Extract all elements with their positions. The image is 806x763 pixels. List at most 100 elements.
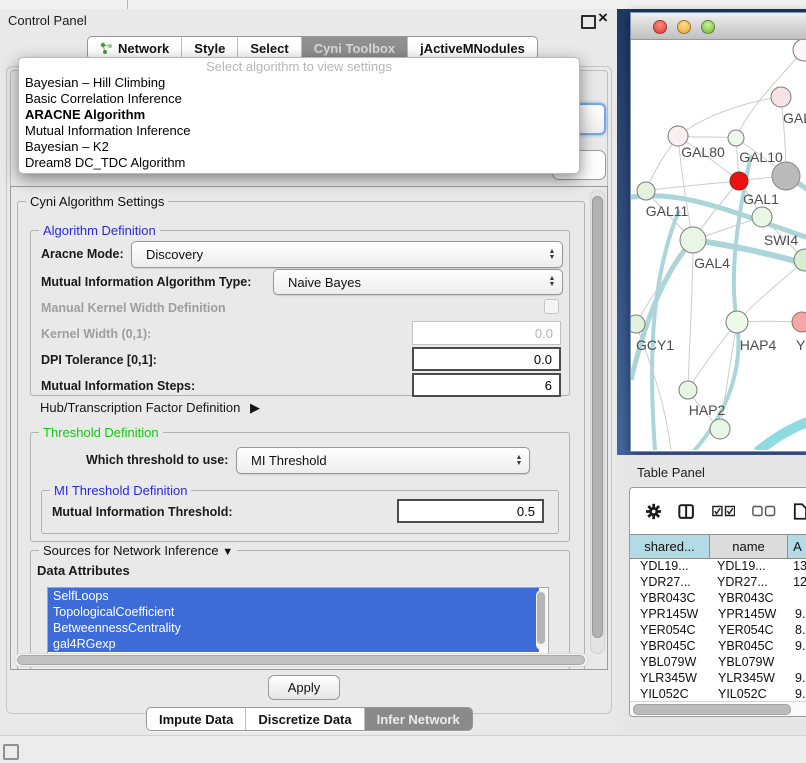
combo-arrows-icon: ▲▼ (542, 242, 562, 267)
table-row[interactable]: YDR27...YDR27...12 (630, 574, 806, 590)
tab-style[interactable]: Style (181, 37, 237, 59)
which-threshold-label: Which threshold to use: (86, 453, 228, 467)
table-row[interactable]: YIL052CYIL052C9. (630, 686, 806, 702)
network-window-titlebar[interactable] (631, 13, 806, 40)
gear-icon[interactable] (646, 503, 661, 520)
network-node-gray[interactable] (772, 162, 800, 190)
columns-icon[interactable] (678, 503, 694, 520)
network-node[interactable] (668, 126, 688, 146)
column-header-name[interactable]: name (710, 535, 788, 558)
dropdown-item[interactable]: Bayesian – K2 (19, 139, 579, 155)
network-node[interactable] (726, 311, 748, 333)
table-row[interactable]: YPR145WYPR145W9. (630, 606, 806, 622)
list-item[interactable]: SelfLoops (48, 588, 539, 604)
network-view-window[interactable]: GAL GAL80 GAL10 GAL1 GAL11 SWI4 GAL4 GCY… (630, 12, 806, 452)
cell-value: 9. (788, 638, 806, 654)
tab-network[interactable]: Network (88, 37, 181, 59)
tab-select[interactable]: Select (237, 37, 300, 59)
table-row[interactable]: YER054CYER054C8. (630, 622, 806, 638)
table-scrollbar-thumb[interactable] (633, 704, 791, 715)
mi-type-label: Mutual Information Algorithm Type: (41, 275, 251, 289)
table-horizontal-scrollbar[interactable] (630, 701, 806, 716)
unchecked-checkboxes-icon[interactable] (752, 505, 775, 517)
column-header-clipped[interactable]: A (788, 535, 806, 558)
combo-arrows-icon: ▲▼ (509, 448, 529, 473)
list-item[interactable]: TopologicalCoefficient (48, 604, 539, 620)
settings-vertical-scrollbar[interactable] (590, 190, 605, 654)
which-threshold-combobox[interactable]: MI Threshold ▲▼ (236, 447, 530, 474)
close-window-button[interactable] (653, 20, 667, 34)
network-node[interactable] (637, 182, 655, 200)
mi-threshold-field[interactable]: 0.5 (397, 499, 544, 523)
aracne-mode-combobox[interactable]: Discovery ▲▼ (131, 241, 563, 268)
cell-name: YIL052C (710, 686, 788, 702)
list-item[interactable]: gal4RGexp (48, 636, 539, 652)
network-edge-teal-thick (757, 420, 806, 450)
list-item[interactable]: BetweennessCentrality (48, 620, 539, 636)
cell-name: YDL19... (709, 558, 786, 574)
dropdown-item[interactable]: Basic Correlation Inference (19, 91, 579, 107)
close-panel-icon[interactable]: × (598, 8, 608, 28)
manual-kernel-checkbox[interactable] (544, 299, 559, 314)
network-canvas[interactable]: GAL GAL80 GAL10 GAL1 GAL11 SWI4 GAL4 GCY… (631, 40, 806, 450)
apply-button[interactable]: Apply (268, 675, 340, 700)
tab-jactivemnodules[interactable]: jActiveMNodules (407, 37, 537, 59)
vertical-scrollbar-thumb[interactable] (592, 196, 603, 638)
table-row[interactable]: YBR045CYBR045C9. (630, 638, 806, 654)
list-scrollbar-thumb[interactable] (537, 592, 545, 644)
zoom-window-button[interactable] (701, 20, 715, 34)
tab-infer-network[interactable]: Infer Network (364, 708, 472, 730)
sources-title-label: Sources for Network Inference (43, 543, 219, 558)
collapse-arrow-icon[interactable]: ▼ (222, 546, 233, 558)
mi-threshold-group-title: MI Threshold Definition (50, 483, 191, 498)
minimize-window-button[interactable] (677, 20, 691, 34)
cell-name: YBL079W (710, 654, 788, 670)
mi-steps-field[interactable]: 6 (412, 373, 561, 397)
tab-impute-data[interactable]: Impute Data (147, 708, 245, 730)
cell-shared-name: YBR043C (630, 590, 710, 606)
table-row[interactable]: YBL079WYBL079W (630, 654, 806, 670)
minimized-panel-icon[interactable] (3, 744, 19, 760)
cell-shared-name: YER054C (630, 622, 710, 638)
dpi-tolerance-field[interactable]: 0.0 (412, 347, 561, 371)
cyni-algorithm-settings-title: Cyni Algorithm Settings (26, 194, 168, 209)
settings-horizontal-scrollbar[interactable] (14, 653, 588, 667)
network-node[interactable] (752, 207, 772, 227)
network-node[interactable] (728, 130, 744, 146)
hub-definition-expander[interactable]: Hub/Transcription Factor Definition ▶ (40, 400, 260, 416)
network-node-label: HAP4 (740, 337, 777, 353)
list-scrollbar[interactable] (536, 590, 547, 650)
cell-value (788, 654, 806, 670)
table-row[interactable]: YBR043CYBR043C (630, 590, 806, 606)
float-panel-icon[interactable] (581, 15, 596, 29)
kernel-width-field[interactable]: 0.0 (412, 321, 561, 345)
dropdown-item[interactable]: Mutual Information Inference (19, 123, 579, 139)
network-node[interactable] (679, 381, 697, 399)
horizontal-scrollbar-thumb[interactable] (17, 655, 585, 665)
mi-threshold-group: MI Threshold Definition Mutual Informati… (41, 490, 559, 534)
tab-discretize-data[interactable]: Discretize Data (245, 708, 363, 730)
network-node-label: GCY1 (636, 337, 674, 353)
cytoscape-desktop: GAL GAL80 GAL10 GAL1 GAL11 SWI4 GAL4 GCY… (617, 9, 806, 455)
table-row[interactable]: YDL19...YDL19...13 (630, 558, 806, 574)
network-node[interactable] (680, 227, 706, 253)
network-node[interactable] (710, 419, 730, 439)
network-node[interactable] (793, 40, 806, 61)
network-node-red[interactable] (730, 172, 748, 190)
cyni-algorithm-settings-group: Cyni Algorithm Settings Algorithm Defini… (17, 201, 585, 670)
mi-type-combobox[interactable]: Naive Bayes ▲▼ (273, 269, 563, 295)
network-node[interactable] (631, 315, 645, 333)
dropdown-item[interactable]: Dream8 DC_TDC Algorithm (19, 155, 579, 171)
network-node[interactable] (771, 87, 791, 107)
column-header-shared-name[interactable]: shared... (630, 535, 710, 558)
tab-cyni-toolbox[interactable]: Cyni Toolbox (301, 37, 407, 59)
network-node-salmon[interactable] (792, 312, 806, 332)
checked-checkboxes-icon[interactable] (712, 505, 735, 517)
table-row[interactable]: YLR345WYLR345W9. (630, 670, 806, 686)
algorithm-definition-title: Algorithm Definition (39, 223, 160, 238)
cell-value: 9. (788, 606, 806, 622)
data-attributes-list[interactable]: SelfLoops TopologicalCoefficient Between… (47, 587, 549, 655)
dropdown-item-selected[interactable]: ARACNE Algorithm (19, 107, 579, 123)
document-icon[interactable] (793, 502, 806, 521)
dropdown-item[interactable]: Bayesian – Hill Climbing (19, 75, 579, 91)
